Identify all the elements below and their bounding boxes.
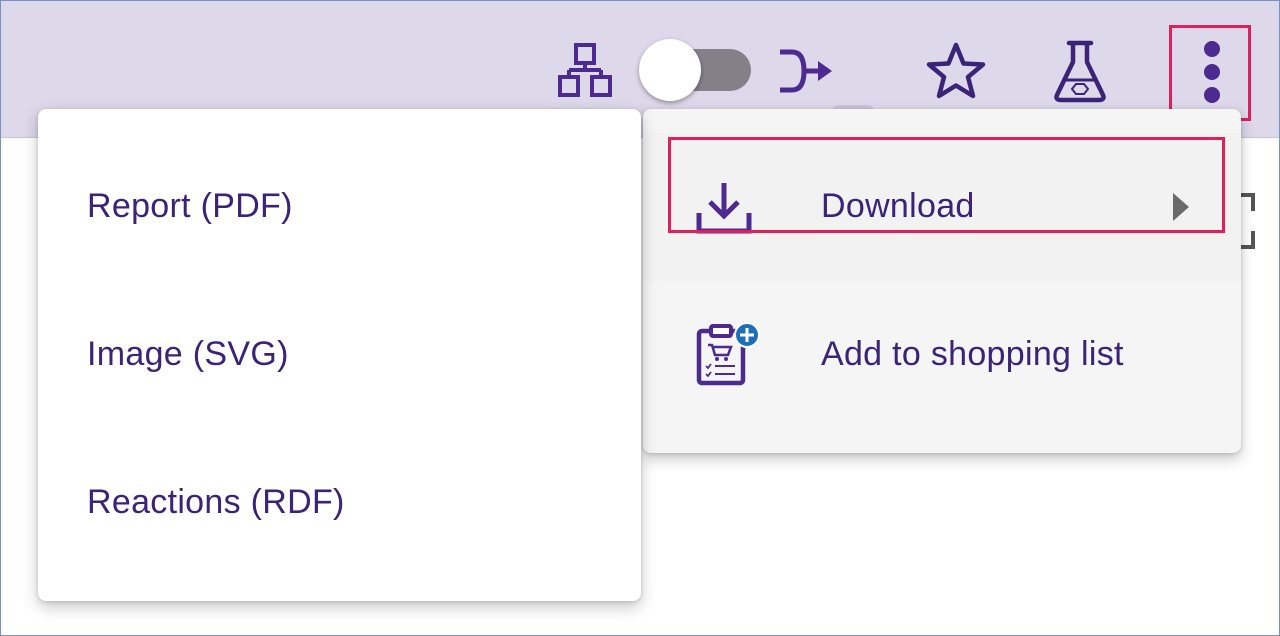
menu-item-label: Add to shopping list bbox=[821, 335, 1124, 373]
hierarchy-icon[interactable] bbox=[553, 39, 617, 101]
toggle-knob bbox=[639, 39, 701, 101]
flask-icon[interactable] bbox=[1047, 37, 1113, 105]
download-highlight bbox=[668, 137, 1225, 233]
submenu-item-report-pdf[interactable]: Report (PDF) bbox=[38, 133, 641, 281]
route-arrow-icon[interactable] bbox=[773, 43, 837, 99]
submenu-item-label: Image (SVG) bbox=[87, 335, 289, 373]
menu-item-add-to-shopping-list[interactable]: Add to shopping list bbox=[643, 281, 1241, 429]
submenu-item-label: Reactions (RDF) bbox=[87, 483, 345, 521]
context-menu: Download Add to shopping list bbox=[643, 109, 1241, 453]
toggle-switch[interactable] bbox=[639, 39, 753, 101]
more-button-highlight bbox=[1169, 25, 1251, 121]
submenu-item-reactions-rdf[interactable]: Reactions (RDF) bbox=[38, 429, 641, 577]
shopping-list-add-icon bbox=[695, 321, 763, 389]
app-window: Download Add to shopping list Report (PD… bbox=[0, 0, 1280, 636]
submenu-item-image-svg[interactable]: Image (SVG) bbox=[38, 281, 641, 429]
submenu-item-label: Report (PDF) bbox=[87, 187, 293, 225]
download-submenu: Report (PDF) Image (SVG) Reactions (RDF) bbox=[38, 109, 641, 601]
star-icon[interactable] bbox=[923, 39, 989, 103]
